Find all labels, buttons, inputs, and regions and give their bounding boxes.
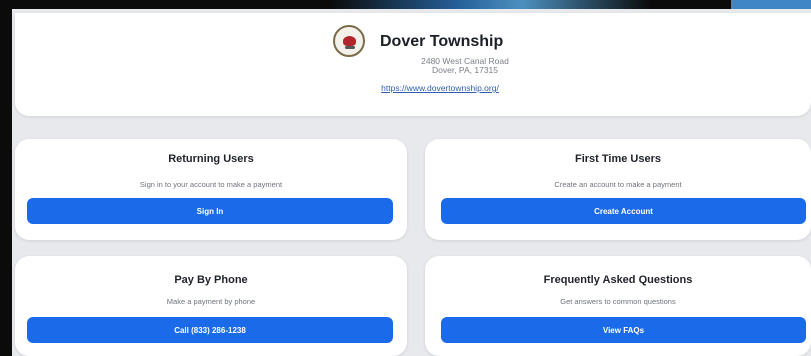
organization-address: 2480 West Canal Road Dover, PA, 17315 <box>395 57 535 75</box>
card-description: Create an account to make a payment <box>554 180 682 189</box>
card-description: Get answers to common questions <box>560 297 676 306</box>
card-title: Returning Users <box>168 153 254 165</box>
township-seal-icon <box>333 25 365 57</box>
window-top-edge <box>0 0 811 9</box>
pay-by-phone-card: Pay By Phone Make a payment by phone Cal… <box>15 256 407 356</box>
address-line-2: Dover, PA, 17315 <box>432 65 498 75</box>
faq-card: Frequently Asked Questions Get answers t… <box>425 256 811 356</box>
website-link[interactable]: https://www.dovertownship.org/ <box>360 83 520 93</box>
sign-in-button[interactable]: Sign In <box>27 198 393 224</box>
returning-users-card: Returning Users Sign in to your account … <box>15 139 407 240</box>
call-phone-button[interactable]: Call (833) 286-1238 <box>27 317 393 343</box>
card-title: First Time Users <box>574 153 661 165</box>
card-title: Frequently Asked Questions <box>543 274 693 286</box>
card-description: Make a payment by phone <box>166 297 256 306</box>
window-left-edge <box>0 0 12 356</box>
window-top-right-edge <box>731 0 811 9</box>
first-time-users-card: First Time Users Create an account to ma… <box>425 139 811 240</box>
view-faqs-button[interactable]: View FAQs <box>441 317 806 343</box>
create-account-button[interactable]: Create Account <box>441 198 806 224</box>
card-title: Pay By Phone <box>174 274 248 286</box>
organization-name: Dover Township <box>380 33 504 50</box>
card-description: Sign in to your account to make a paymen… <box>139 180 283 189</box>
